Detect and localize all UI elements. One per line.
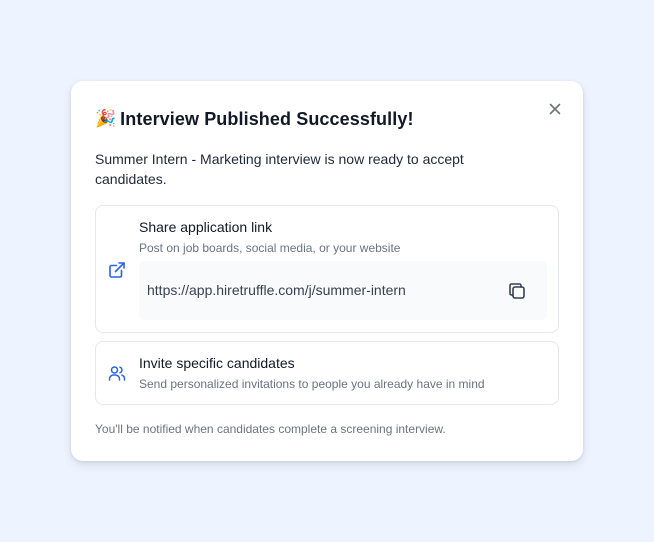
application-link-box: https://app.hiretruffle.com/j/summer-int…	[139, 261, 547, 320]
application-link-url[interactable]: https://app.hiretruffle.com/j/summer-int…	[147, 281, 406, 299]
dialog-title: Interview Published Successfully!	[120, 109, 414, 129]
success-dialog: 🎉 Interview Published Successfully! Summ…	[71, 81, 583, 461]
users-icon	[108, 366, 126, 381]
invite-candidates-card[interactable]: Invite specific candidates Send personal…	[95, 341, 559, 405]
share-link-subtitle: Post on job boards, social media, or you…	[139, 241, 401, 255]
external-link-icon	[109, 262, 125, 278]
close-icon[interactable]	[547, 101, 563, 117]
notification-note: You'll be notified when candidates compl…	[95, 422, 446, 436]
invite-candidates-title: Invite specific candidates	[139, 355, 295, 371]
invite-candidates-subtitle: Send personalized invitations to people …	[139, 377, 485, 391]
dialog-header: 🎉 Interview Published Successfully!	[95, 107, 414, 131]
share-link-title: Share application link	[139, 219, 273, 235]
party-popper-icon: 🎉	[95, 109, 117, 129]
share-link-card: Share application link Post on job board…	[95, 205, 559, 333]
dialog-description: Summer Intern - Marketing interview is n…	[95, 151, 464, 187]
copy-icon[interactable]	[506, 280, 528, 302]
